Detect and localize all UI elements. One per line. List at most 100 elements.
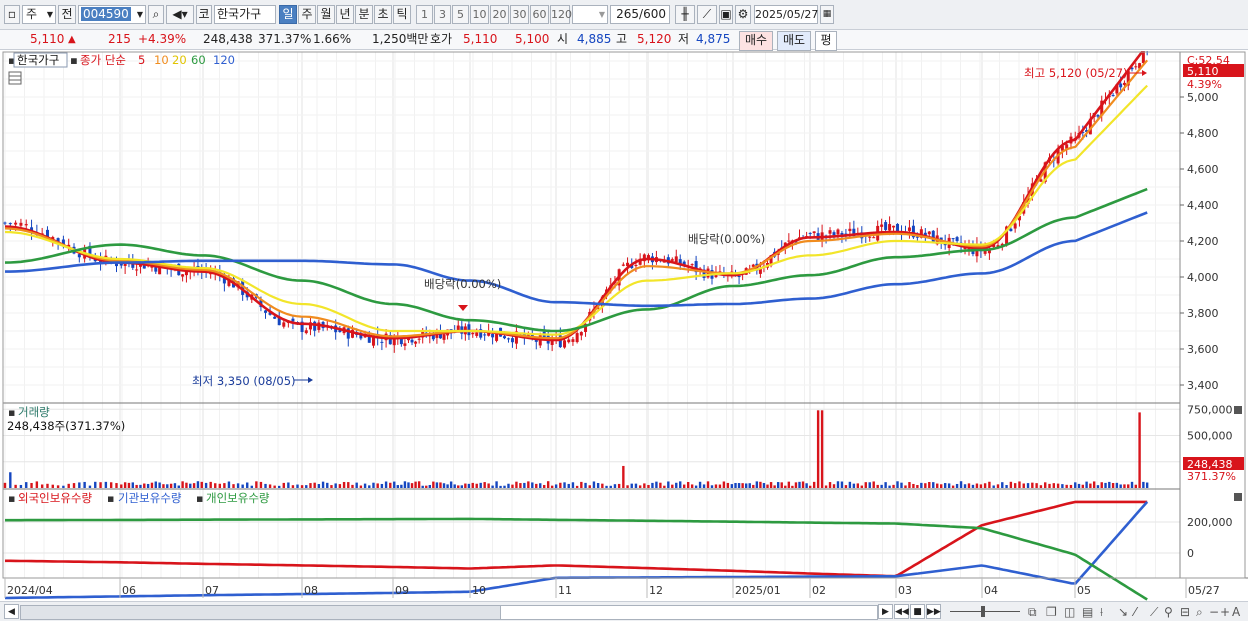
volume-bar — [1035, 483, 1038, 488]
speaker-icon[interactable]: ◀▾ — [166, 5, 194, 24]
rewind-icon[interactable]: ◀◀ — [894, 604, 909, 619]
interval-tab-4[interactable]: 20 — [490, 5, 509, 24]
window-icon[interactable]: ◫ — [1064, 605, 1075, 619]
volume-bar — [200, 481, 203, 488]
period-tab-2[interactable]: 월 — [317, 5, 335, 24]
table-icon[interactable] — [8, 71, 22, 85]
volume-bar — [227, 481, 231, 488]
prev-button[interactable]: 전 — [58, 5, 76, 24]
interval-tab-7[interactable]: 120 — [550, 5, 572, 24]
chart-type-icon[interactable]: ⟋ — [1150, 605, 1158, 620]
legend-ma-20[interactable]: 20 — [172, 53, 187, 67]
buy-button[interactable]: 매수 — [739, 31, 773, 51]
interval-tab-3[interactable]: 10 — [470, 5, 489, 24]
interval-tab-1[interactable]: 3 — [434, 5, 451, 24]
font-icon[interactable]: A — [1232, 605, 1240, 619]
legend-institution[interactable]: 기관보유수량 — [118, 491, 182, 505]
low-label: 저 — [678, 32, 690, 46]
candle-body — [77, 254, 81, 258]
interval-tab-6[interactable]: 60 — [530, 5, 549, 24]
scroll-left-icon[interactable]: ◀ — [4, 604, 19, 619]
legend-individual[interactable]: 개인보유수량 — [206, 491, 270, 505]
volume-bar — [380, 483, 384, 488]
volume-bar — [287, 482, 290, 488]
ma-lines — [4, 51, 1149, 342]
interval-tab-2[interactable]: 5 — [452, 5, 469, 24]
avg-button[interactable]: 평 — [815, 31, 837, 51]
zoom-icon[interactable]: ⚲ — [1164, 605, 1173, 619]
ko-button[interactable]: 코 — [196, 5, 212, 24]
sell-button[interactable]: 매도 — [777, 31, 811, 51]
candle-body — [836, 229, 840, 235]
legend-ma-120[interactable]: 120 — [213, 53, 235, 67]
market-select[interactable]: 주 ▼ — [22, 5, 56, 24]
volume-bar — [1069, 484, 1073, 488]
save-icon[interactable]: ▣ — [719, 5, 733, 24]
candle-body — [410, 339, 414, 343]
zoom-handle[interactable] — [981, 606, 985, 617]
volume-bar — [996, 484, 1000, 488]
volume-close-icon[interactable] — [1234, 406, 1242, 414]
search-icon[interactable]: ⌕ — [148, 5, 164, 24]
search-icon[interactable]: ⌕ — [1196, 605, 1203, 620]
legend-foreign[interactable]: 외국인보유수량 — [18, 491, 92, 505]
forward-icon[interactable]: ▶▶ — [926, 604, 941, 619]
legend-ma-10[interactable]: 10 — [154, 53, 169, 67]
panel-icon[interactable]: ⊟ — [1180, 605, 1190, 619]
period-tab-6[interactable]: 틱 — [393, 5, 411, 24]
draw-icon[interactable]: ↘ — [1118, 605, 1128, 619]
scroll-track[interactable] — [20, 605, 502, 620]
legend-ma-60[interactable]: 60 — [191, 53, 206, 67]
volume-tick: 750,000 — [1187, 403, 1233, 416]
price-tick: 3,800 — [1187, 307, 1219, 320]
legend-ma-5[interactable]: 5 — [138, 53, 145, 67]
period-tab-4[interactable]: 분 — [355, 5, 373, 24]
period-tab-5[interactable]: 초 — [374, 5, 392, 24]
volume-bar — [19, 484, 23, 488]
open-label: 시 — [557, 32, 569, 46]
crosshair-icon[interactable]: ⟊ — [1100, 605, 1103, 620]
plus-icon[interactable]: + — [1220, 605, 1230, 619]
volume-bar — [730, 484, 734, 488]
stock-name-field[interactable]: 한국가구 — [214, 5, 276, 24]
code-input[interactable]: 004590 ▼ — [78, 5, 146, 24]
blank-select[interactable]: ▼ — [572, 5, 608, 24]
gear-icon[interactable]: ⚙ — [735, 5, 751, 24]
interval-tab-5[interactable]: 30 — [510, 5, 529, 24]
volume-bar — [1134, 484, 1138, 488]
line-chart-icon[interactable]: ⟋ — [697, 5, 717, 24]
volume-bar — [515, 481, 518, 488]
scroll-right-icon[interactable]: ▶ — [878, 604, 893, 619]
volume-bar — [162, 484, 165, 488]
period-tab-1[interactable]: 주 — [298, 5, 316, 24]
candle-body — [304, 330, 308, 334]
volume-bar — [1018, 481, 1021, 488]
stop-icon[interactable]: ■ — [910, 604, 925, 619]
volume-bar — [928, 481, 931, 488]
candle-body — [848, 228, 852, 232]
minus-icon[interactable]: − — [1209, 605, 1219, 619]
pct-tag: 4.39% — [1187, 78, 1222, 91]
stock-chart[interactable]: ▪ 한국가구 ▪ 종가 단순 5 10 20 60 120 최고 5,120 (… — [0, 51, 1248, 601]
count-field[interactable]: 265/600 — [610, 5, 670, 24]
period-tab-0[interactable]: 일 — [279, 5, 297, 24]
volume-bar — [643, 483, 646, 488]
interval-tab-0[interactable]: 1 — [416, 5, 433, 24]
trend-icon[interactable]: ⁄ — [1134, 605, 1136, 619]
layout-icon[interactable]: ▫ — [4, 5, 20, 24]
zoom-slider[interactable] — [950, 611, 1020, 612]
candle-body — [313, 321, 317, 331]
count-value: 265 — [616, 7, 640, 21]
scroll-thumb[interactable] — [500, 605, 878, 620]
candle-icon[interactable]: ╫ — [675, 5, 695, 24]
copy-icon[interactable]: ❐ — [1046, 605, 1057, 619]
x-tick: 03 — [898, 584, 912, 597]
calendar-icon[interactable]: ▦ — [820, 5, 834, 24]
holding-close-icon[interactable] — [1234, 493, 1242, 501]
x-tick: 11 — [558, 584, 572, 597]
volume-bar — [682, 484, 686, 488]
date-field[interactable]: 2025/05/27 — [754, 5, 818, 24]
compare-icon[interactable]: ⧉ — [1028, 605, 1037, 620]
period-tab-3[interactable]: 년 — [336, 5, 354, 24]
grid-icon[interactable]: ▤ — [1082, 605, 1093, 619]
